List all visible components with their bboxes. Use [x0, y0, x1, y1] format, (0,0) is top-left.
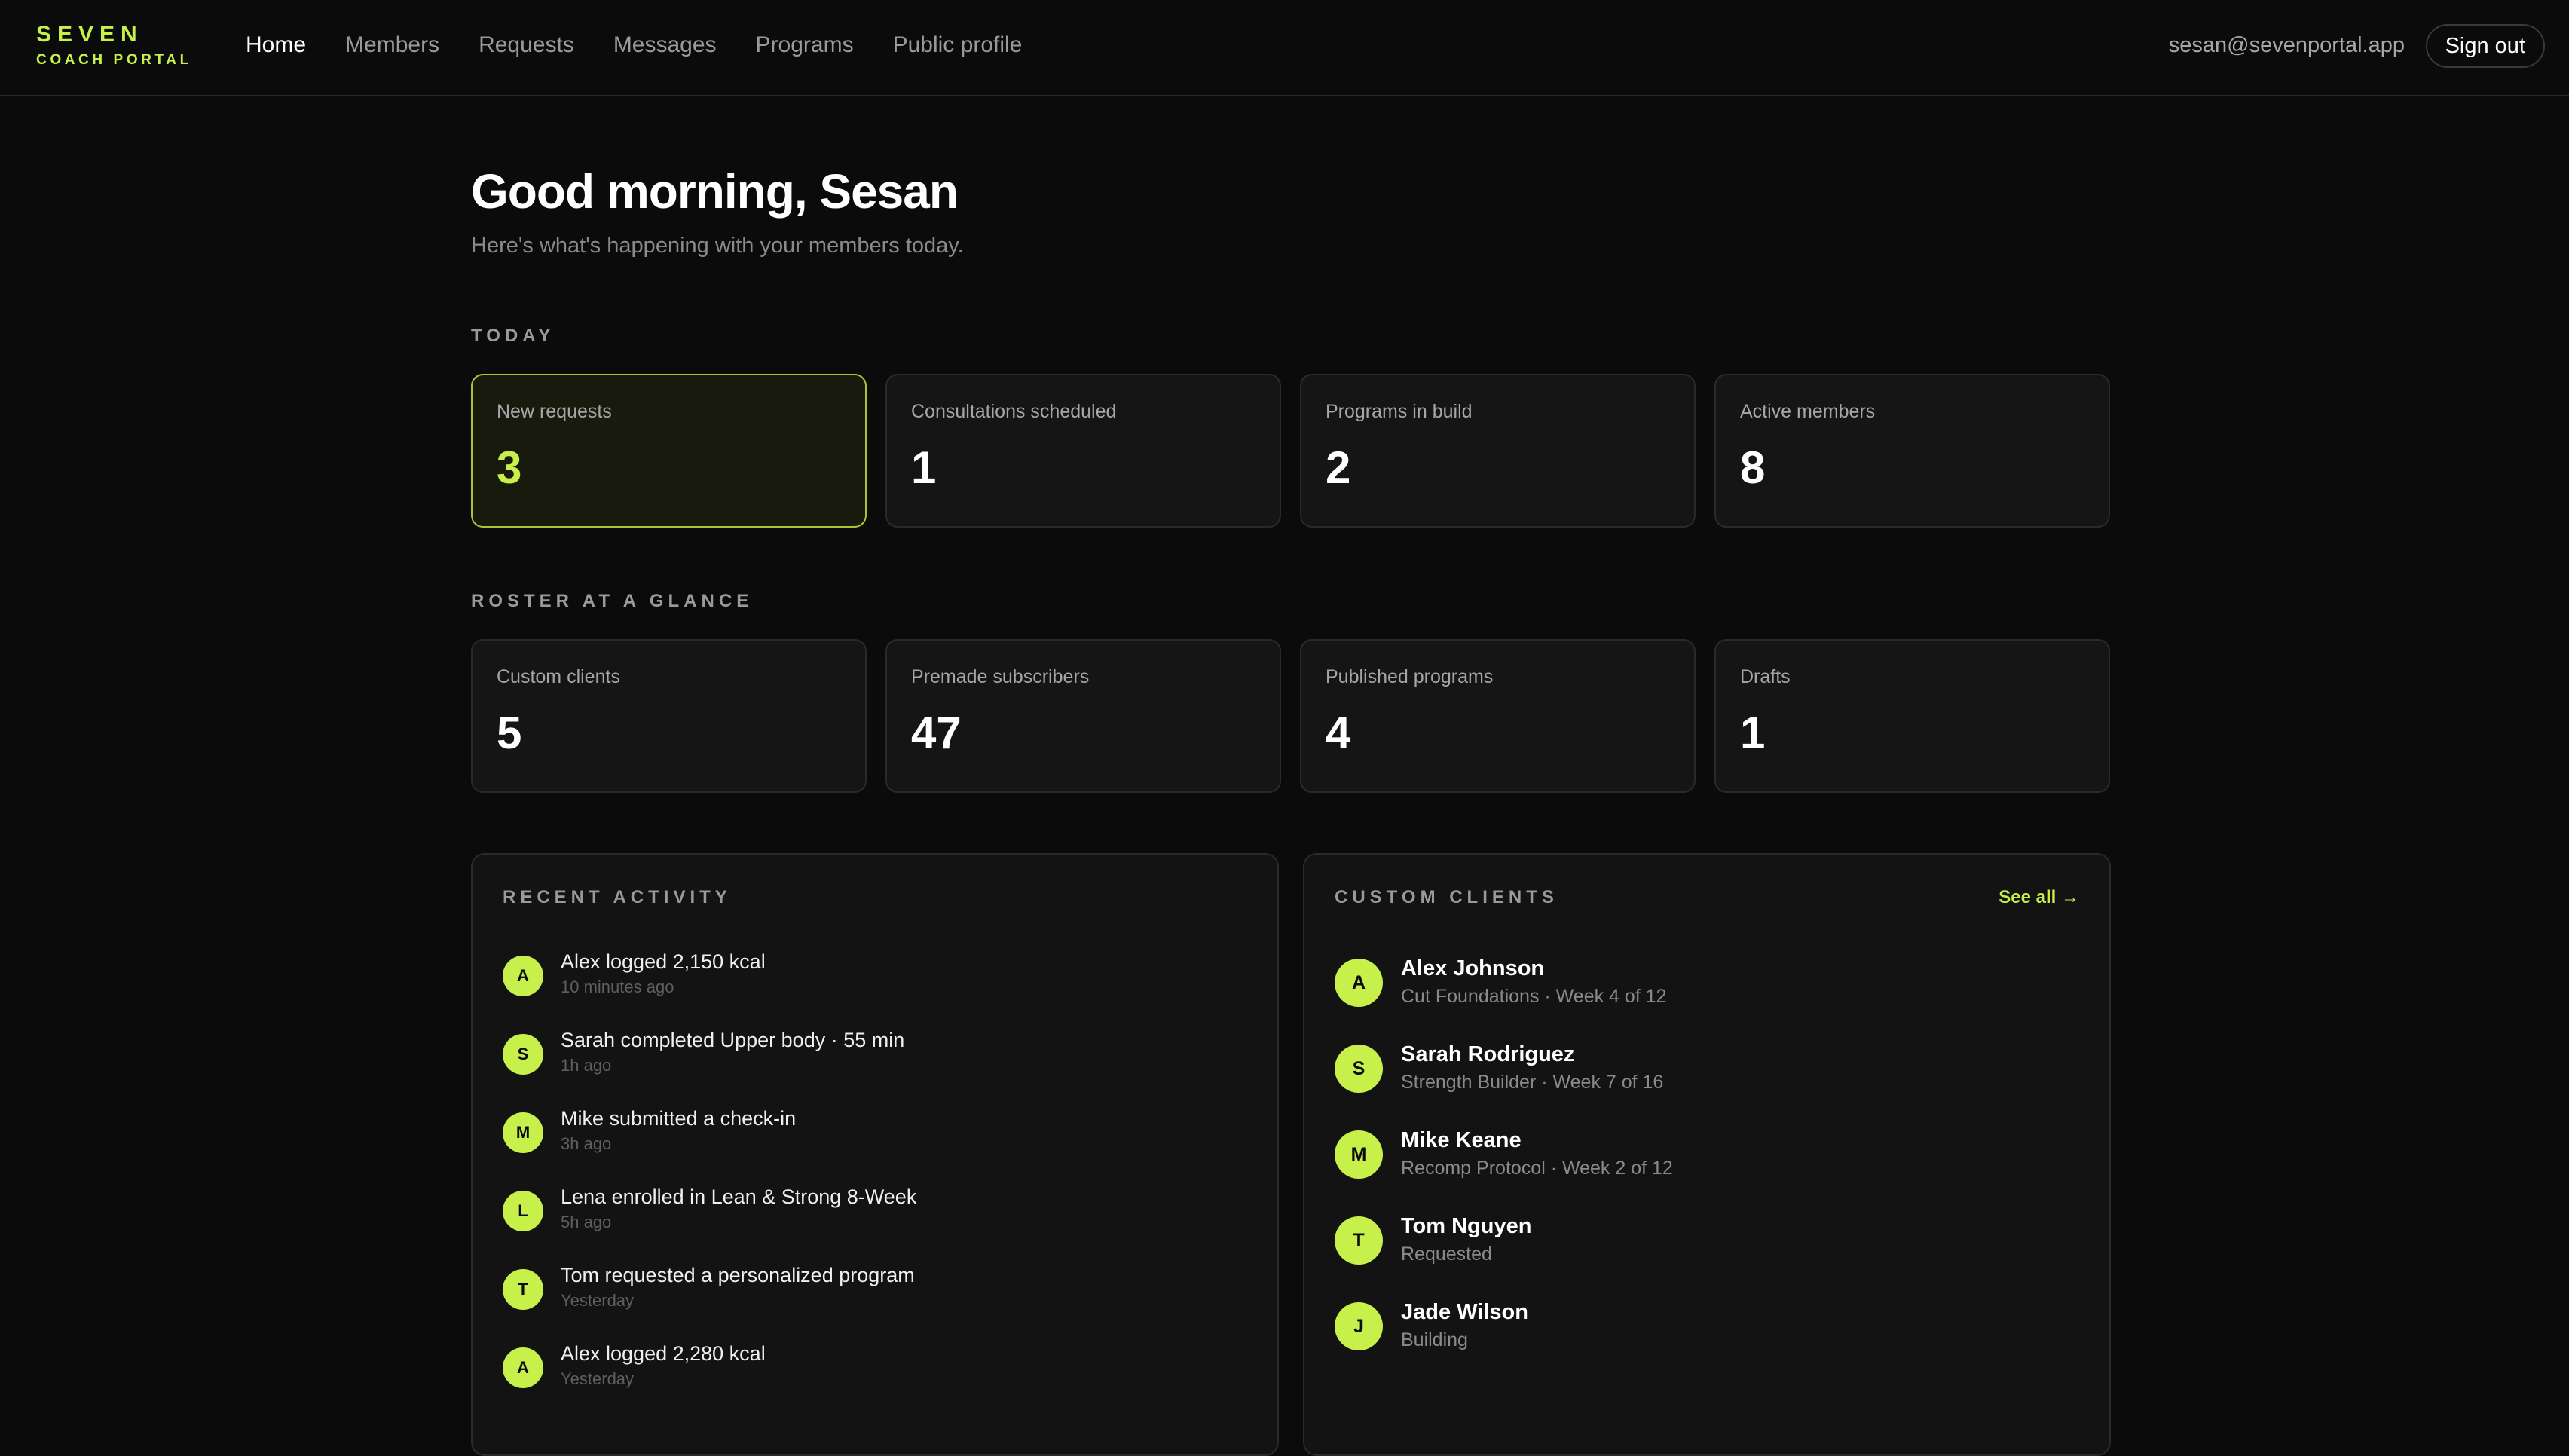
stat-label: Programs in build	[1326, 401, 1473, 422]
today-stats: New requests 3 Consultations scheduled 1…	[471, 374, 2111, 528]
nav-item-public-profile[interactable]: Public profile	[893, 29, 1023, 62]
client-name: Alex Johnson	[1401, 956, 1545, 980]
top-navigation-bar: SEVEN COACH PORTAL Home Members Requests…	[0, 0, 2569, 96]
stat-card-consultations[interactable]: Consultations scheduled 1	[885, 374, 1281, 528]
nav-item-members[interactable]: Members	[345, 29, 439, 62]
activity-time: Yesterday	[561, 1369, 635, 1388]
stat-value: 1	[911, 442, 937, 493]
nav-item-messages[interactable]: Messages	[613, 29, 717, 62]
activity-time: 10 minutes ago	[561, 977, 674, 996]
stat-value: 47	[911, 708, 962, 758]
avatar: A	[503, 1347, 543, 1388]
stat-label: Drafts	[1740, 666, 1791, 687]
client-row-tom-nguyen[interactable]: T Tom Nguyen Requested	[1304, 1212, 2111, 1287]
roster-stats: Custom clients 5 Premade subscribers 47 …	[471, 639, 2111, 793]
client-program: Cut Foundations · Week 4 of 12	[1401, 986, 1667, 1007]
nav-item-home[interactable]: Home	[246, 29, 306, 62]
stat-card-custom-clients[interactable]: Custom clients 5	[471, 639, 867, 793]
panel-title: RECENT ACTIVITY	[503, 887, 732, 907]
client-status: Requested	[1401, 1243, 1492, 1265]
client-row-sarah-rodriguez[interactable]: S Sarah Rodriguez Strength Builder · Wee…	[1304, 1040, 2111, 1115]
page-subtitle: Here's what's happening with your member…	[471, 234, 964, 258]
client-row-alex-johnson[interactable]: A Alex Johnson Cut Foundations · Week 4 …	[1304, 954, 2111, 1029]
avatar: A	[503, 956, 543, 996]
client-name: Jade Wilson	[1401, 1300, 1528, 1324]
client-program: Strength Builder · Week 7 of 16	[1401, 1072, 1664, 1093]
activity-time: 5h ago	[561, 1213, 612, 1231]
avatar: A	[1335, 959, 1383, 1007]
activity-text: Alex logged 2,150 kcal	[561, 950, 766, 973]
activity-item: M Mike submitted a check-in 3h ago	[473, 1105, 1279, 1165]
stat-card-published-programs[interactable]: Published programs 4	[1300, 639, 1696, 793]
client-status: Building	[1401, 1329, 1468, 1350]
brand-subtitle: COACH PORTAL	[36, 52, 192, 68]
activity-item: T Tom requested a personalized program Y…	[473, 1262, 1279, 1322]
client-name: Mike Keane	[1401, 1128, 1522, 1152]
nav-item-programs[interactable]: Programs	[756, 29, 854, 62]
nav-item-requests[interactable]: Requests	[479, 29, 574, 62]
activity-item: A Alex logged 2,150 kcal 10 minutes ago	[473, 948, 1279, 1008]
stat-label: Custom clients	[497, 666, 620, 687]
custom-clients-panel: CUSTOM CLIENTS See all → A Alex Johnson …	[1303, 853, 2111, 1456]
client-row-mike-keane[interactable]: M Mike Keane Recomp Protocol · Week 2 of…	[1304, 1126, 2111, 1201]
avatar: L	[503, 1191, 543, 1231]
activity-text: Mike submitted a check-in	[561, 1107, 797, 1130]
client-row-jade-wilson[interactable]: J Jade Wilson Building	[1304, 1298, 2111, 1373]
sign-out-button[interactable]: Sign out	[2425, 24, 2545, 68]
avatar: T	[1335, 1216, 1383, 1265]
activity-time: 1h ago	[561, 1056, 612, 1075]
stat-card-drafts[interactable]: Drafts 1	[1714, 639, 2110, 793]
activity-text: Lena enrolled in Lean & Strong 8-Week	[561, 1185, 917, 1208]
main-nav: Home Members Requests Messages Programs …	[246, 29, 1022, 62]
page-title: Good morning, Sesan	[471, 164, 959, 219]
stat-value: 5	[497, 708, 522, 758]
avatar: M	[1335, 1130, 1383, 1179]
brand-name: SEVEN	[36, 22, 143, 47]
stat-value: 3	[497, 442, 522, 493]
activity-text: Alex logged 2,280 kcal	[561, 1342, 766, 1365]
stat-label: Consultations scheduled	[911, 401, 1117, 422]
user-email: sesan@sevenportal.app	[2168, 33, 2405, 57]
activity-item: A Alex logged 2,280 kcal Yesterday	[473, 1340, 1279, 1400]
stat-label: Premade subscribers	[911, 666, 1090, 687]
activity-text: Sarah completed Upper body · 55 min	[561, 1029, 905, 1051]
stat-card-new-requests[interactable]: New requests 3	[471, 374, 867, 528]
recent-activity-panel: RECENT ACTIVITY A Alex logged 2,150 kcal…	[471, 853, 1279, 1456]
avatar: S	[503, 1034, 543, 1075]
section-label-roster: ROSTER AT A GLANCE	[471, 591, 754, 611]
stat-card-active-members[interactable]: Active members 8	[1714, 374, 2110, 528]
activity-item: L Lena enrolled in Lean & Strong 8-Week …	[473, 1183, 1279, 1243]
client-name: Sarah Rodriguez	[1401, 1042, 1575, 1066]
see-all-link[interactable]: See all →	[1999, 886, 2079, 909]
client-program: Recomp Protocol · Week 2 of 12	[1401, 1158, 1673, 1179]
stat-card-programs-in-build[interactable]: Programs in build 2	[1300, 374, 1696, 528]
section-label-today: TODAY	[471, 326, 555, 346]
activity-time: Yesterday	[561, 1291, 635, 1310]
avatar: T	[503, 1269, 543, 1310]
panel-title: CUSTOM CLIENTS	[1335, 887, 1558, 907]
client-name: Tom Nguyen	[1401, 1214, 1532, 1238]
avatar: J	[1335, 1302, 1383, 1350]
stat-label: Active members	[1740, 401, 1876, 422]
stat-value: 1	[1740, 708, 1766, 758]
activity-time: 3h ago	[561, 1134, 612, 1153]
avatar: M	[503, 1112, 543, 1153]
activity-text: Tom requested a personalized program	[561, 1264, 915, 1286]
stat-value: 4	[1326, 708, 1351, 758]
stat-label: New requests	[497, 401, 612, 422]
avatar: S	[1335, 1045, 1383, 1093]
stat-value: 2	[1326, 442, 1351, 493]
activity-item: S Sarah completed Upper body · 55 min 1h…	[473, 1026, 1279, 1087]
stat-label: Published programs	[1326, 666, 1494, 687]
stat-value: 8	[1740, 442, 1766, 493]
brand-logo[interactable]: SEVEN COACH PORTAL	[36, 21, 192, 69]
stat-card-premade-subscribers[interactable]: Premade subscribers 47	[885, 639, 1281, 793]
